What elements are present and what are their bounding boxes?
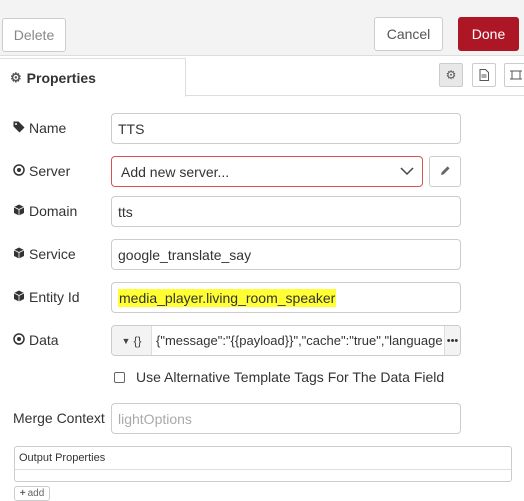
cube-icon (13, 247, 27, 262)
add-output-label: add (27, 488, 45, 499)
name-label: Name (13, 120, 66, 136)
alt-template-tags-checkbox[interactable] (114, 372, 125, 383)
delete-button[interactable]: Delete (2, 18, 66, 52)
appearance-tab-frame-icon[interactable] (504, 63, 524, 87)
merge-context-input[interactable]: lightOptions (111, 403, 461, 434)
cube-icon (13, 290, 27, 305)
tab-properties-label: Properties (26, 69, 96, 86)
data-label: Data (13, 332, 59, 348)
tab-properties[interactable]: ⚙ Properties (0, 58, 186, 97)
server-select-value: Add new server... (121, 163, 230, 180)
name-label-text: Name (29, 120, 67, 136)
server-row: Server Add new server... (0, 156, 524, 188)
server-label: Server (13, 163, 70, 179)
alt-template-tags-label: Use Alternative Template Tags For The Da… (136, 369, 445, 385)
edit-server-button[interactable] (429, 156, 461, 187)
server-label-text: Server (29, 163, 71, 179)
entity-id-row: Entity Id media_player.living_room_speak… (0, 282, 524, 314)
caret-down-icon: ▼ (121, 335, 131, 346)
merge-context-row: Merge Context lightOptions (0, 403, 524, 435)
data-label-text: Data (29, 332, 59, 348)
domain-input[interactable]: tts (111, 196, 461, 227)
description-tab-doc-icon[interactable] (472, 63, 496, 87)
tag-icon (13, 121, 27, 136)
service-input[interactable]: google_translate_say (111, 239, 461, 270)
domain-label: Domain (13, 203, 77, 219)
service-label-text: Service (29, 246, 76, 262)
settings-tab-gear-icon[interactable]: ⚙ (439, 63, 463, 87)
plus-icon: + (19, 488, 26, 499)
entity-id-input[interactable]: media_player.living_room_speaker (111, 282, 461, 313)
tray-toolbar: Delete Cancel Done (0, 0, 524, 56)
output-properties-items (15, 469, 511, 482)
dot-circle-icon (13, 332, 27, 348)
chevron-down-icon (400, 164, 414, 179)
entity-id-label: Entity Id (13, 289, 80, 305)
output-properties-list: Output Properties (14, 446, 512, 482)
cancel-button[interactable]: Cancel (374, 17, 443, 51)
name-input[interactable]: TTS (111, 113, 461, 144)
expand-ellipsis-icon[interactable]: ••• (444, 326, 460, 355)
data-type-label: {} (133, 333, 142, 348)
domain-row: Domain tts (0, 196, 524, 228)
data-value: {"message":"{{payload}}","cache":"true",… (156, 333, 443, 348)
domain-label-text: Domain (29, 203, 78, 219)
name-row: Name TTS (0, 113, 524, 145)
service-row: Service google_translate_say (0, 239, 524, 271)
output-properties-title: Output Properties (19, 452, 106, 464)
data-typed-input[interactable]: ▼ {} {"message":"{{payload}}","cache":"t… (111, 325, 461, 356)
merge-context-label: Merge Context (13, 410, 105, 426)
entity-id-value: media_player.living_room_speaker (118, 288, 337, 307)
done-button[interactable]: Done (458, 17, 519, 51)
pencil-icon (440, 164, 451, 179)
data-row: Data ▼ {} {"message":"{{payload}}","cach… (0, 325, 524, 357)
cube-icon (13, 204, 27, 219)
gear-icon: ⚙ (10, 69, 22, 85)
server-select[interactable]: Add new server... (111, 156, 423, 187)
data-type-selector[interactable]: ▼ {} (112, 326, 152, 355)
merge-context-placeholder: lightOptions (118, 410, 192, 427)
service-label: Service (13, 246, 76, 262)
entity-id-label-text: Entity Id (29, 289, 80, 305)
dot-circle-icon (13, 163, 27, 179)
